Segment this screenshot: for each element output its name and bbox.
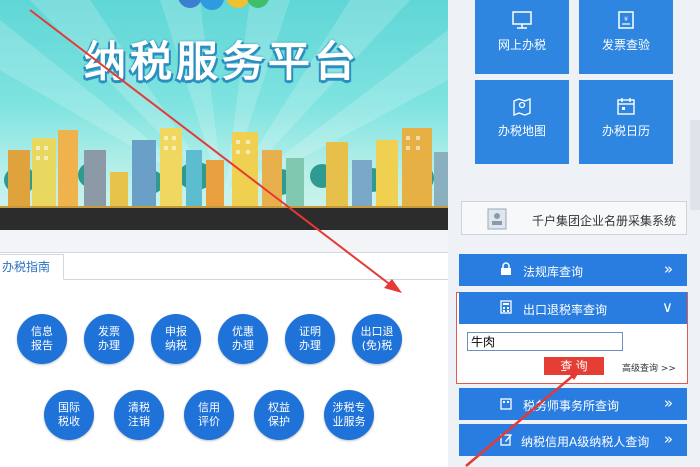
edge-strip [690, 120, 700, 210]
calculator-icon [500, 300, 512, 314]
svg-text:¥: ¥ [624, 16, 628, 23]
query-label: 出口退税率查询 [523, 303, 608, 317]
map-icon [513, 97, 531, 116]
tile-online-tax[interactable]: 网上办税 [475, 0, 569, 74]
tile-label: 发票查验 [601, 38, 650, 52]
banner-title: 纳税服务平台 [84, 37, 361, 86]
query-label: 税务师事务所查询 [523, 399, 620, 413]
chevron-right-icon: » [663, 260, 673, 278]
query-label: 纳税信用A级纳税人查询 [521, 435, 650, 449]
query-credit-a-taxpayer[interactable]: 纳税信用A级纳税人查询 » [459, 424, 687, 456]
tile-tax-map[interactable]: 办税地图 [475, 80, 569, 164]
guide-professional-service[interactable]: 涉税专 业服务 [324, 390, 374, 440]
guide-export-refund[interactable]: 出口退 (免)税 [352, 314, 402, 364]
office-icon [500, 398, 512, 410]
guide-credit-rating[interactable]: 信用 评价 [184, 390, 234, 440]
guide-certificate[interactable]: 证明 办理 [285, 314, 335, 364]
enterprise-label: 千户集团企业名册采集系统 [532, 214, 677, 228]
chevron-down-icon: ∨ [662, 298, 673, 316]
calendar-icon [617, 98, 635, 115]
query-button[interactable]: 查 询 [544, 357, 604, 375]
monitor-icon [512, 11, 532, 29]
guide-info-report[interactable]: 信息 报告 [17, 314, 67, 364]
tab-divider [64, 279, 448, 280]
chevron-right-icon: » [663, 394, 673, 412]
query-label: 法规库查询 [523, 265, 584, 279]
query-law-library[interactable]: 法规库查询 » [459, 254, 687, 286]
guide-declare-tax[interactable]: 申报 纳税 [151, 314, 201, 364]
road [0, 208, 448, 230]
product-search-input[interactable] [467, 332, 623, 351]
query-export-refund-rate[interactable]: 出口退税率查询 ∨ [459, 292, 687, 324]
invoice-icon: ¥ [618, 11, 634, 29]
query-tax-agency[interactable]: 税务师事务所查询 » [459, 388, 687, 420]
tile-label: 办税日历 [601, 124, 650, 138]
guide-preferential[interactable]: 优惠 办理 [218, 314, 268, 364]
guide-rights-protection[interactable]: 权益 保护 [254, 390, 304, 440]
tab-tax-guide[interactable]: 办税指南 [0, 254, 64, 280]
banner: 纳税服务平台 [0, 0, 448, 230]
chevron-right-icon: » [663, 430, 673, 448]
advanced-query-link[interactable]: 高级查询 >> [622, 361, 676, 374]
tile-label: 网上办税 [497, 38, 546, 52]
guide-invoice[interactable]: 发票 办理 [84, 314, 134, 364]
id-card-icon [487, 208, 507, 230]
guide-deregistration[interactable]: 清税 注销 [114, 390, 164, 440]
enterprise-registry-link[interactable]: 千户集团企业名册采集系统 [461, 201, 687, 235]
tile-invoice-check[interactable]: ¥ 发票查验 [579, 0, 673, 74]
tile-label: 办税地图 [497, 124, 546, 138]
lock-icon [501, 262, 511, 275]
edit-icon [500, 434, 512, 446]
tile-tax-calendar[interactable]: 办税日历 [579, 80, 673, 164]
guide-international-tax[interactable]: 国际 税收 [44, 390, 94, 440]
